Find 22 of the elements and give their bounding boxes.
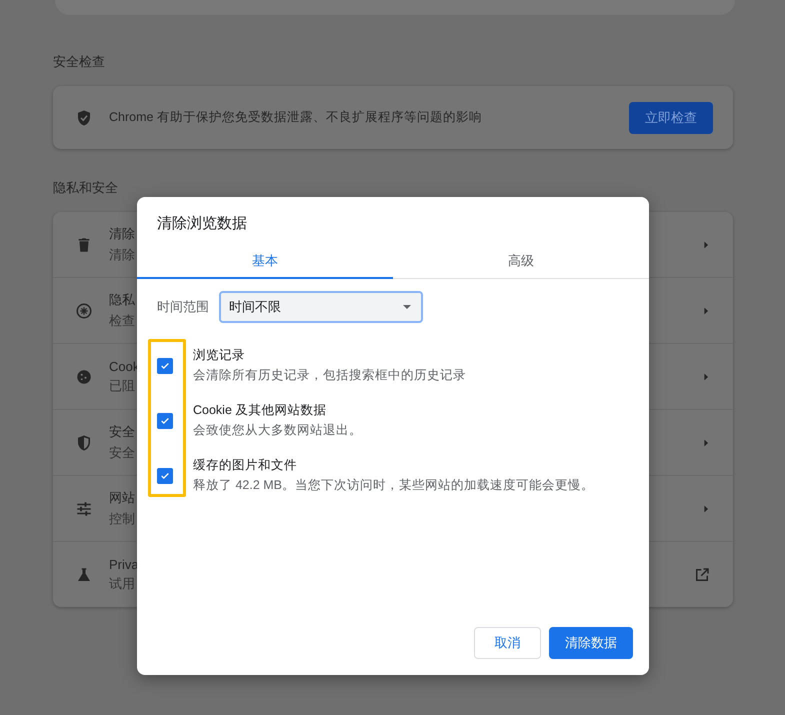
row-title: 隐私 xyxy=(109,291,135,309)
row-title: 网站 xyxy=(109,489,135,507)
safety-description: Chrome 有助于保护您免受数据泄露、不良扩展程序等问题的影响 xyxy=(109,109,483,126)
row-title: Priva xyxy=(109,556,139,572)
row-subtitle: 安全 xyxy=(109,444,135,462)
field-label: 时间范围 xyxy=(157,298,209,316)
row-subtitle: 检查 xyxy=(109,312,135,330)
option-description: 释放了 42.2 MB。当您下次访问时，某些网站的加载速度可能会更慢。 xyxy=(193,477,594,494)
section-heading: 隐私和安全 xyxy=(53,179,119,197)
option-description: 会致使您从大多数网站退出。 xyxy=(193,422,362,439)
row-title: 安全 xyxy=(109,423,135,441)
option-description: 会清除所有历史记录，包括搜索框中的历史记录 xyxy=(193,367,466,384)
dialog-title: 清除浏览数据 xyxy=(156,214,248,234)
option-title: 浏览记录 xyxy=(193,347,246,364)
option-title: Cookie 及其他网站数据 xyxy=(193,402,328,419)
row-subtitle: 已阻 xyxy=(109,376,135,394)
section-heading: 安全检查 xyxy=(53,53,106,71)
row-subtitle: 试用 xyxy=(109,574,135,592)
row-subtitle: 清除 xyxy=(109,246,135,264)
row-subtitle: 控制 xyxy=(109,510,135,528)
row-title: 清除 xyxy=(109,225,135,243)
option-title: 缓存的图片和文件 xyxy=(193,457,298,474)
